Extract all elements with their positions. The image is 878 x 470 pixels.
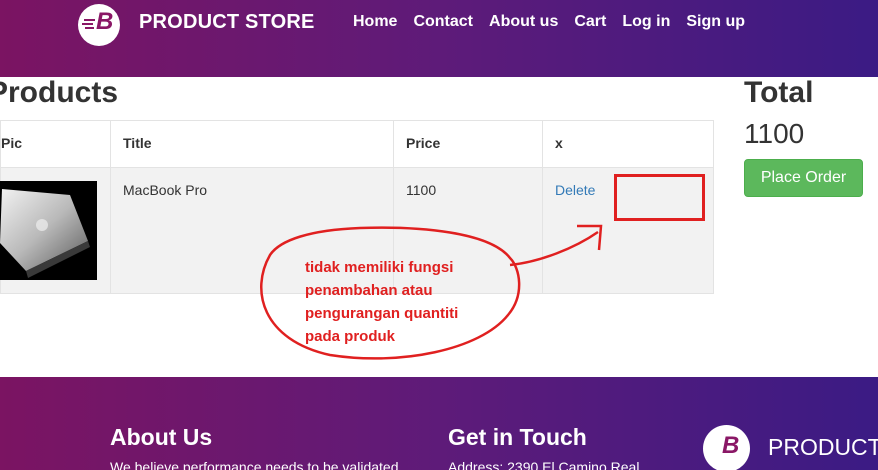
main-nav: Home Contact About us Cart Log in Sign u…	[353, 13, 745, 31]
footer-brand: PRODUCT STORE	[768, 434, 878, 460]
footer-about-heading: About Us	[110, 424, 213, 450]
nav-home[interactable]: Home	[353, 13, 397, 31]
column-label-pic: Pic	[1, 135, 23, 151]
nav-log-in[interactable]: Log in	[622, 13, 670, 31]
footer-contact-text: Address: 2390 El Camino Real	[448, 459, 640, 470]
column-header-price: Price	[393, 120, 543, 168]
delete-link[interactable]: Delete	[555, 182, 595, 198]
column-header-x: x	[542, 120, 714, 168]
annotation-line: tidak memiliki fungsi	[305, 259, 454, 276]
footer-logo-letter: B	[722, 432, 740, 459]
column-header-title: Title	[110, 120, 394, 168]
page: B PRODUCT STORE Home Contact About us Ca…	[0, 0, 878, 470]
total-label: Total	[744, 76, 814, 109]
brand-name[interactable]: PRODUCT STORE	[139, 11, 315, 34]
logo-letter: B	[96, 8, 114, 35]
annotation-line: penambahan atau	[305, 282, 433, 299]
footer-about-text: We believe performance needs to be valid…	[110, 459, 399, 470]
annotation-line: pengurangan quantiti	[305, 305, 459, 322]
nav-cart[interactable]: Cart	[574, 13, 606, 31]
nav-about-us[interactable]: About us	[489, 13, 558, 31]
products-heading: Products	[0, 76, 119, 109]
navbar: B PRODUCT STORE Home Contact About us Ca…	[0, 0, 878, 77]
speed-lines-icon	[82, 19, 95, 29]
nav-contact[interactable]: Contact	[413, 13, 473, 31]
annotation-text: tidak memiliki fungsi penambahan atau pe…	[305, 256, 515, 348]
product-image	[0, 181, 97, 280]
place-order-button[interactable]: Place Order	[744, 159, 863, 197]
annotation-highlight-box	[614, 174, 705, 221]
laptop-image	[0, 189, 90, 278]
footer-contact-heading: Get in Touch	[448, 424, 587, 450]
annotation-line: pada produk	[305, 328, 396, 345]
total-value: 1100	[744, 118, 805, 149]
nav-sign-up[interactable]: Sign up	[686, 13, 745, 31]
column-header-pic: Pic	[0, 120, 111, 168]
table-header-row: Pic Title Price x	[0, 120, 714, 168]
